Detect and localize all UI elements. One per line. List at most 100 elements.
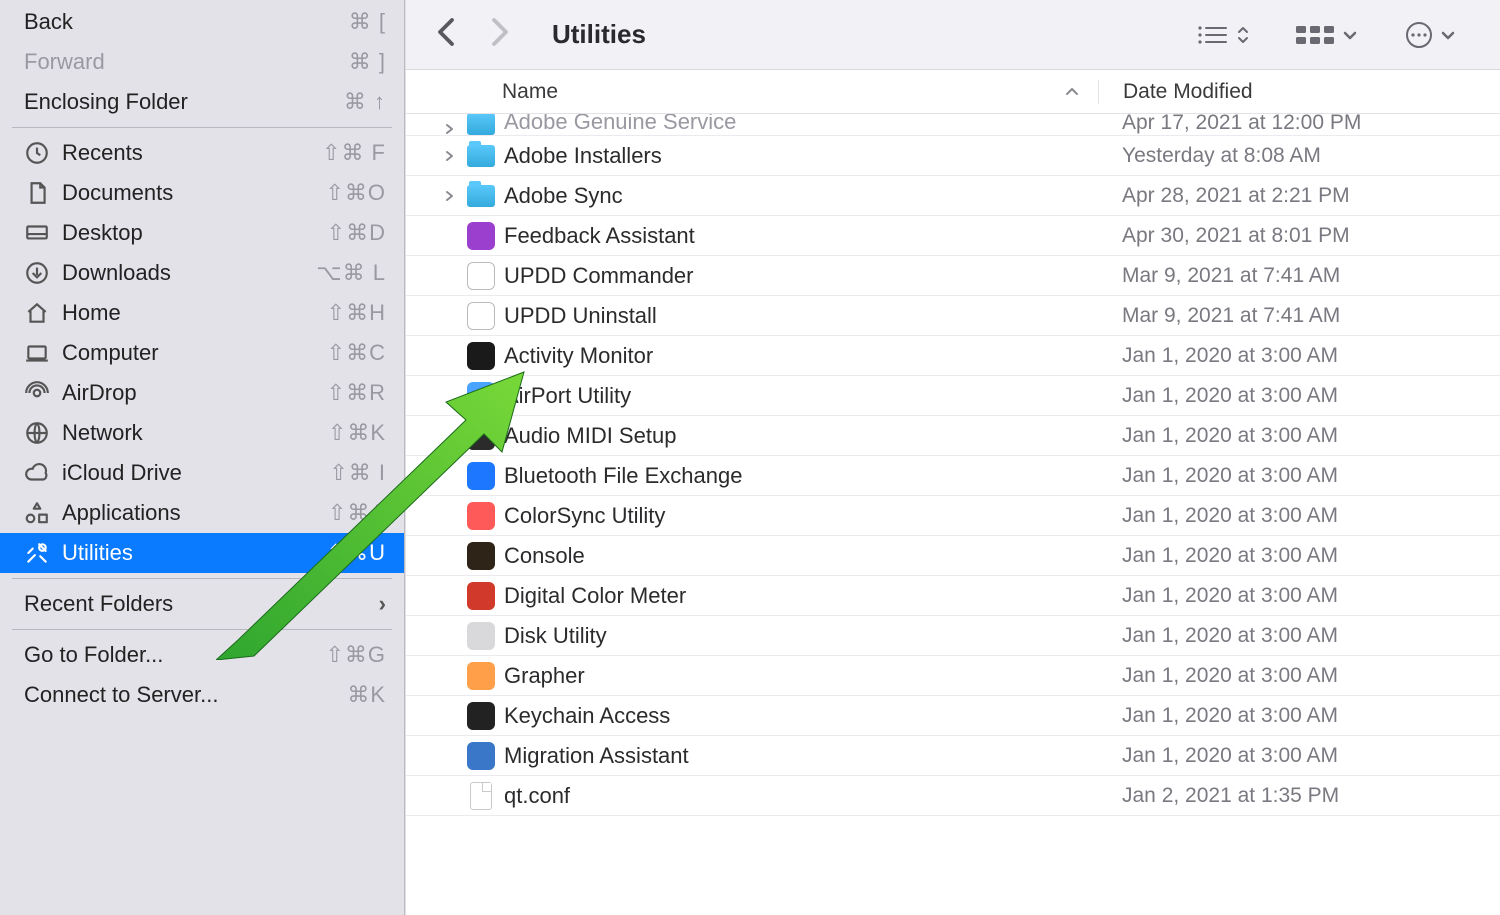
file-row[interactable]: Audio MIDI SetupJan 1, 2020 at 3:00 AM — [406, 416, 1500, 456]
menu-item-back[interactable]: Back⌘ [ — [0, 2, 404, 42]
menu-item-enclosing-folder[interactable]: Enclosing Folder⌘ ↑ — [0, 82, 404, 122]
menu-item-utilities[interactable]: Utilities⇧⌘U — [0, 533, 404, 573]
file-row[interactable]: Activity MonitorJan 1, 2020 at 3:00 AM — [406, 336, 1500, 376]
nav-back-button[interactable] — [436, 17, 456, 52]
file-row[interactable]: Adobe InstallersYesterday at 8:08 AM — [406, 136, 1500, 176]
menu-item-label: Computer — [62, 340, 327, 366]
column-name-header[interactable]: Name — [502, 80, 558, 104]
file-row[interactable]: ColorSync UtilityJan 1, 2020 at 3:00 AM — [406, 496, 1500, 536]
keyboard-shortcut: ⇧⌘O — [325, 180, 386, 206]
app-icon — [467, 662, 495, 690]
file-date: Yesterday at 8:08 AM — [1098, 144, 1500, 168]
file-row[interactable]: Feedback AssistantApr 30, 2021 at 8:01 P… — [406, 216, 1500, 256]
finder-window: Utilities — [405, 0, 1500, 915]
file-name: Grapher — [498, 663, 1098, 689]
updown-icon — [1236, 23, 1250, 47]
keyboard-shortcut: ⌘ [ — [349, 9, 386, 35]
nav-forward-button[interactable] — [490, 17, 510, 52]
keyboard-shortcut: ⇧⌘R — [327, 380, 386, 406]
chevron-down-icon — [1440, 29, 1456, 41]
menu-item-downloads[interactable]: Downloads⌥⌘ L — [0, 253, 404, 293]
file-row[interactable]: AirPort UtilityJan 1, 2020 at 3:00 AM — [406, 376, 1500, 416]
menu-item-go-to-folder[interactable]: Go to Folder...⇧⌘G — [0, 635, 404, 675]
menu-item-documents[interactable]: Documents⇧⌘O — [0, 173, 404, 213]
keyboard-shortcut: ⌘ ] — [349, 49, 386, 75]
file-row[interactable]: ConsoleJan 1, 2020 at 3:00 AM — [406, 536, 1500, 576]
file-row[interactable]: GrapherJan 1, 2020 at 3:00 AM — [406, 656, 1500, 696]
file-row[interactable]: Disk UtilityJan 1, 2020 at 3:00 AM — [406, 616, 1500, 656]
menu-item-label: Go to Folder... — [24, 642, 325, 668]
app-icon — [467, 222, 495, 250]
file-name: Bluetooth File Exchange — [498, 463, 1098, 489]
menu-item-connect-to-server[interactable]: Connect to Server...⌘K — [0, 675, 404, 715]
disclosure-chevron-icon[interactable] — [444, 190, 456, 202]
keyboard-shortcut: ⇧⌘K — [328, 420, 386, 446]
app-icon — [467, 502, 495, 530]
file-name: Migration Assistant — [498, 743, 1098, 769]
column-date-header[interactable]: Date Modified — [1098, 80, 1500, 104]
menu-item-label: Back — [24, 9, 349, 35]
file-row[interactable]: Adobe Genuine ServiceApr 17, 2021 at 12:… — [406, 114, 1500, 136]
file-row[interactable]: Bluetooth File ExchangeJan 1, 2020 at 3:… — [406, 456, 1500, 496]
chevron-down-icon — [1342, 29, 1358, 41]
menu-item-label: Network — [62, 420, 328, 446]
menu-separator — [12, 127, 392, 128]
file-name: AirPort Utility — [498, 383, 1098, 409]
menu-item-airdrop[interactable]: AirDrop⇧⌘R — [0, 373, 404, 413]
disclosure-chevron-icon[interactable] — [444, 150, 456, 162]
menu-item-desktop[interactable]: Desktop⇧⌘D — [0, 213, 404, 253]
file-date: Jan 1, 2020 at 3:00 AM — [1098, 504, 1500, 528]
menu-separator — [12, 578, 392, 579]
file-row[interactable]: Adobe SyncApr 28, 2021 at 2:21 PM — [406, 176, 1500, 216]
file-date: Apr 17, 2021 at 12:00 PM — [1098, 114, 1500, 135]
file-row[interactable]: Migration AssistantJan 1, 2020 at 3:00 A… — [406, 736, 1500, 776]
menu-item-computer[interactable]: Computer⇧⌘C — [0, 333, 404, 373]
file-date: Apr 28, 2021 at 2:21 PM — [1098, 184, 1500, 208]
menu-item-icloud-drive[interactable]: iCloud Drive⇧⌘ I — [0, 453, 404, 493]
file-name: ColorSync Utility — [498, 503, 1098, 529]
file-date: Jan 1, 2020 at 3:00 AM — [1098, 544, 1500, 568]
keyboard-shortcut: ⇧⌘ F — [322, 140, 386, 166]
folder-icon — [467, 145, 495, 167]
menu-item-label: iCloud Drive — [62, 460, 329, 486]
menu-item-network[interactable]: Network⇧⌘K — [0, 413, 404, 453]
menu-item-recent-folders[interactable]: Recent Folders› — [0, 584, 404, 624]
file-name: Adobe Installers — [498, 143, 1098, 169]
keyboard-shortcut: ⌘K — [347, 682, 386, 708]
app-icon — [467, 742, 495, 770]
file-date: Mar 9, 2021 at 7:41 AM — [1098, 304, 1500, 328]
file-row[interactable]: UPDD CommanderMar 9, 2021 at 7:41 AM — [406, 256, 1500, 296]
file-date: Jan 1, 2020 at 3:00 AM — [1098, 384, 1500, 408]
menu-item-home[interactable]: Home⇧⌘H — [0, 293, 404, 333]
menu-item-applications[interactable]: Applications⇧⌘A — [0, 493, 404, 533]
computer-icon — [24, 340, 62, 366]
file-date: Jan 1, 2020 at 3:00 AM — [1098, 584, 1500, 608]
menu-item-label: Downloads — [62, 260, 316, 286]
file-row[interactable]: Digital Color MeterJan 1, 2020 at 3:00 A… — [406, 576, 1500, 616]
file-date: Jan 1, 2020 at 3:00 AM — [1098, 624, 1500, 648]
app-icon — [467, 382, 495, 410]
disclosure-chevron-icon[interactable] — [444, 123, 456, 135]
file-name: Audio MIDI Setup — [498, 423, 1098, 449]
file-row[interactable]: UPDD UninstallMar 9, 2021 at 7:41 AM — [406, 296, 1500, 336]
keyboard-shortcut: ⇧⌘A — [328, 500, 386, 526]
keyboard-shortcut: ⌘ ↑ — [344, 89, 386, 115]
app-icon — [467, 262, 495, 290]
app-icon — [467, 302, 495, 330]
file-date: Jan 1, 2020 at 3:00 AM — [1098, 464, 1500, 488]
file-row[interactable]: Keychain AccessJan 1, 2020 at 3:00 AM — [406, 696, 1500, 736]
chevron-right-icon: › — [379, 591, 386, 617]
more-actions-button[interactable] — [1390, 20, 1470, 50]
sort-indicator[interactable] — [1064, 80, 1098, 104]
file-name: UPDD Uninstall — [498, 303, 1098, 329]
column-header: Name Date Modified — [406, 70, 1500, 114]
menu-separator — [12, 629, 392, 630]
view-grid-button[interactable] — [1282, 24, 1372, 46]
menu-item-recents[interactable]: Recents⇧⌘ F — [0, 133, 404, 173]
menu-item-label: Applications — [62, 500, 328, 526]
file-row[interactable]: qt.confJan 2, 2021 at 1:35 PM — [406, 776, 1500, 816]
menu-item-label: Recent Folders — [24, 591, 379, 617]
keyboard-shortcut: ⇧⌘G — [325, 642, 386, 668]
view-list-button[interactable] — [1182, 23, 1264, 47]
network-icon — [24, 420, 62, 446]
